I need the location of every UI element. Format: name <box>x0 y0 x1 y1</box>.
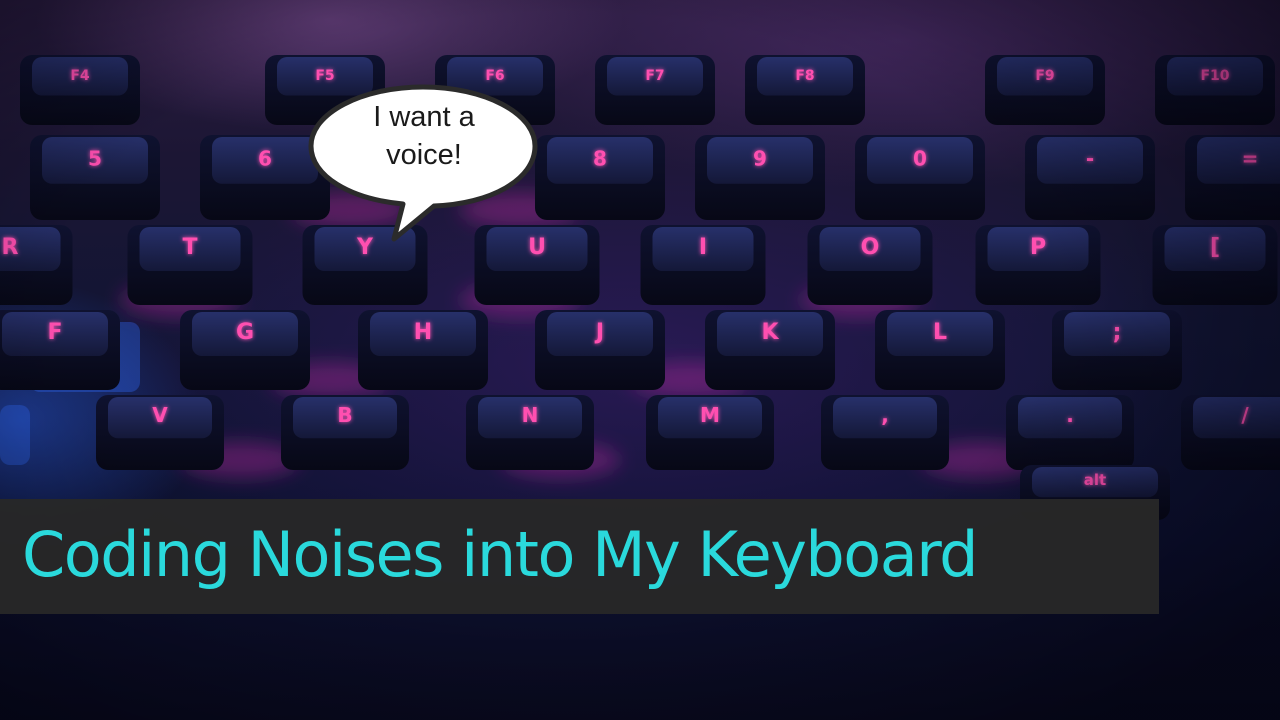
keycap: F4 <box>20 55 140 125</box>
speech-line-1: I want a <box>373 101 475 133</box>
key-legend: 8 <box>593 147 607 171</box>
key-legend: [ <box>1210 235 1220 260</box>
page-title: Coding Noises into My Keyboard <box>22 518 978 591</box>
key-legend: 6 <box>258 147 272 171</box>
key-legend: L <box>933 320 947 345</box>
keycap: F9 <box>985 55 1105 125</box>
keycap: 8 <box>535 135 665 220</box>
keycap: / <box>1181 395 1280 470</box>
keycap: 0 <box>855 135 985 220</box>
keycap: , <box>821 395 949 470</box>
keycap: F7 <box>595 55 715 125</box>
key-legend: F7 <box>645 68 664 84</box>
key-legend: R <box>2 235 19 260</box>
keycap: [ <box>1152 225 1278 305</box>
key-legend: F9 <box>1035 68 1054 84</box>
key-legend: N <box>522 403 539 427</box>
blue-lit-key <box>0 405 30 465</box>
keycap: F8 <box>745 55 865 125</box>
keycap: R <box>0 225 73 305</box>
speech-bubble-text: I want a voice! <box>324 98 524 174</box>
keycap: L <box>875 310 1005 390</box>
keycap: G <box>180 310 310 390</box>
key-legend: F4 <box>70 68 90 84</box>
key-legend: 0 <box>913 147 927 171</box>
key-legend: V <box>152 403 168 427</box>
speech-bubble: I want a voice! <box>306 82 540 242</box>
keycap: 5 <box>30 135 160 220</box>
keycap: J <box>535 310 665 390</box>
thumbnail-scene: F4 F5 F6 F7 F8 F9 F10 5 6 8 9 0- = R T Y U I O P[F G H J K L; V B N… <box>0 0 1280 720</box>
keycap: N <box>466 395 594 470</box>
title-banner: Coding Noises into My Keyboard <box>0 499 1159 614</box>
keycap: P <box>975 225 1101 305</box>
keycap-top <box>1197 137 1280 184</box>
key-legend: B <box>337 403 352 427</box>
key-legend: / <box>1241 403 1249 427</box>
keycap: I <box>640 225 766 305</box>
keycap: ; <box>1052 310 1182 390</box>
key-legend: . <box>1066 403 1074 427</box>
key-legend: F8 <box>795 68 814 84</box>
key-legend: J <box>594 320 604 345</box>
keycap: F10 <box>1155 55 1275 125</box>
key-legend: ; <box>1113 320 1122 345</box>
key-legend: T <box>182 235 197 260</box>
key-legend: K <box>761 320 779 345</box>
key-legend: G <box>236 320 254 345</box>
speech-line-2: voice! <box>386 139 462 171</box>
key-legend: F10 <box>1200 68 1229 84</box>
key-legend: I <box>699 235 707 260</box>
keycap: B <box>281 395 409 470</box>
keycap: K <box>705 310 835 390</box>
key-legend: , <box>881 403 889 427</box>
key-legend: F <box>47 320 62 345</box>
key-legend: P <box>1030 235 1046 260</box>
key-legend: H <box>414 320 432 345</box>
keycap: . <box>1006 395 1134 470</box>
keycap: - <box>1025 135 1155 220</box>
key-legend: M <box>700 403 720 427</box>
key-legend: alt <box>1084 471 1106 489</box>
key-legend: 5 <box>88 147 102 171</box>
key-legend: O <box>861 235 880 260</box>
keycap: 9 <box>695 135 825 220</box>
keycap: O <box>807 225 933 305</box>
keycap: = <box>1185 135 1280 220</box>
keycap-top <box>1193 397 1280 439</box>
keycap: T <box>127 225 253 305</box>
keycap: F <box>0 310 120 390</box>
key-legend: 9 <box>753 147 767 171</box>
key-legend: = <box>1242 147 1259 171</box>
keycap: H <box>358 310 488 390</box>
key-legend: - <box>1086 147 1094 171</box>
keycap-layer: F4 F5 F6 F7 F8 F9 F105 6 8 9 0- =R T Y U I O P [F G H J K L ;V B N… <box>0 55 1280 520</box>
keycap: M <box>646 395 774 470</box>
keycap: V <box>96 395 224 470</box>
